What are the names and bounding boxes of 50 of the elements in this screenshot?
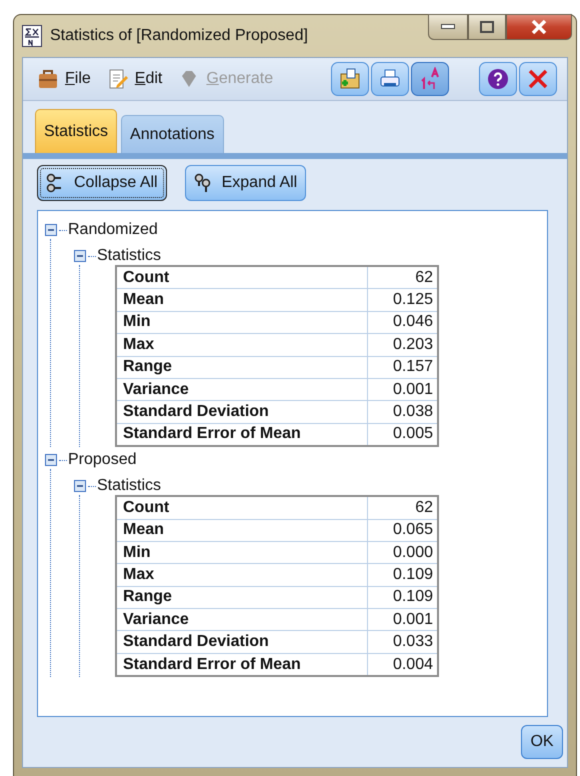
collapse-all-button[interactable]: Collapse All [37, 165, 167, 201]
table-cell: Count [116, 266, 368, 289]
add-node-icon [339, 68, 361, 90]
table-cell: Count [116, 496, 368, 520]
table-cell: Mean [116, 519, 368, 542]
table-cell: Max [116, 564, 368, 586]
table-cell: Variance [116, 378, 368, 401]
close-icon [531, 20, 547, 34]
expand-all-button[interactable]: Expand All [184, 165, 306, 201]
table-cell: Mean [116, 288, 368, 312]
table-cell: Min [116, 541, 368, 564]
collapse-toggle-icon[interactable] [74, 480, 86, 492]
collapse-toggle-icon[interactable] [45, 224, 57, 236]
tab[interactable]: Statistics [35, 109, 118, 153]
menu-item[interactable]: File [37, 68, 91, 90]
document-edit-icon [106, 68, 129, 90]
ok-button[interactable]: OK [521, 725, 563, 759]
tab[interactable]: Annotations [121, 115, 224, 153]
close-icon [527, 68, 549, 90]
tree-node-label[interactable]: Statistics [97, 477, 162, 496]
table-cell: Variance [116, 608, 368, 631]
help-button[interactable] [479, 62, 517, 96]
tree-node-label[interactable]: Proposed [68, 451, 136, 470]
table-cell: Min [116, 311, 368, 334]
close-button[interactable] [506, 14, 572, 40]
table-cell: Range [116, 356, 368, 378]
collapse-toggle-icon[interactable] [45, 454, 57, 466]
close-button[interactable] [519, 62, 557, 96]
collapse-toggle-icon[interactable] [74, 250, 86, 262]
window-title: Statistics of [Randomized Proposed] [50, 27, 308, 45]
nodes-icon [46, 173, 64, 193]
briefcase-icon [37, 68, 59, 90]
sigma-icon [22, 25, 42, 47]
nodes-icon [194, 173, 212, 193]
sort-button[interactable] [411, 62, 449, 96]
table-cell: Standard Deviation [116, 630, 368, 654]
table-cell: Max [116, 334, 368, 356]
tree-node-label[interactable]: Randomized [68, 221, 158, 239]
menu-item[interactable]: Edit [106, 68, 162, 90]
maximize-button[interactable] [468, 14, 506, 40]
maximize-icon [480, 21, 494, 33]
minimize-icon [441, 24, 455, 30]
add-node-button[interactable] [331, 62, 369, 96]
sort-icon [419, 67, 441, 91]
minimize-button[interactable] [428, 14, 468, 40]
table-cell: Range [116, 586, 368, 609]
help-icon [487, 68, 509, 90]
print-button[interactable] [371, 62, 409, 96]
table-cell: Standard Deviation [116, 400, 368, 424]
tree-node-label[interactable]: Statistics [97, 247, 162, 265]
